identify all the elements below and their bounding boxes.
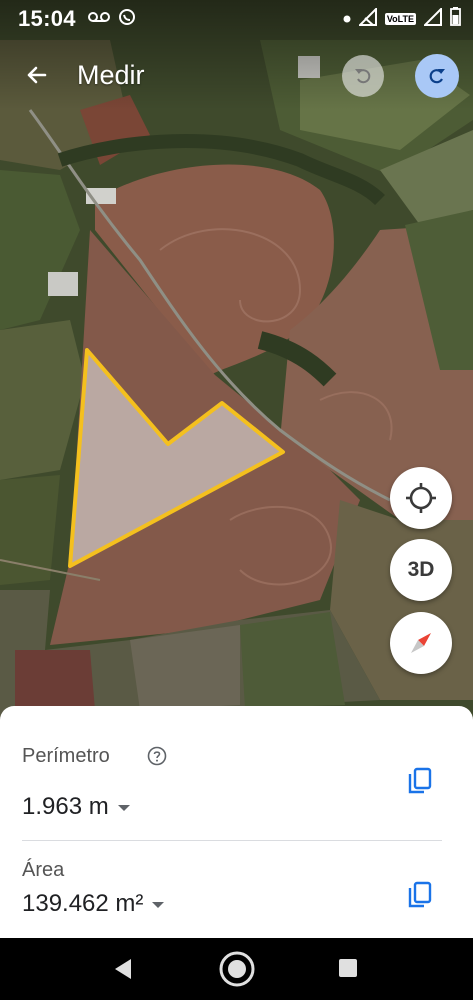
divider bbox=[22, 840, 442, 841]
whatsapp-icon bbox=[118, 8, 136, 31]
redo-button[interactable] bbox=[415, 54, 459, 98]
compass-icon bbox=[411, 633, 431, 653]
nav-back-icon[interactable] bbox=[111, 957, 135, 981]
redo-icon bbox=[429, 69, 445, 84]
area-value: 139.462 m² bbox=[22, 890, 144, 917]
undo-icon bbox=[355, 69, 371, 84]
perimeter-label: Perímetro bbox=[22, 745, 110, 767]
app-bar: Medir bbox=[0, 46, 473, 104]
copy-icon bbox=[408, 881, 432, 908]
signal-icon bbox=[357, 6, 377, 31]
copy-perimeter-button[interactable] bbox=[405, 766, 435, 796]
arrow-back-icon bbox=[27, 66, 47, 84]
my-location-button[interactable] bbox=[390, 467, 452, 529]
help-circle-icon[interactable] bbox=[147, 746, 167, 766]
undo-button[interactable] bbox=[342, 55, 384, 97]
measurement-sheet: Perímetro 1.963 m Área 139.462 m² bbox=[0, 706, 473, 938]
status-time: 15:04 bbox=[18, 6, 76, 31]
perimeter-dropdown[interactable]: 1.963 m bbox=[22, 793, 130, 821]
voicemail-icon bbox=[87, 10, 110, 28]
copy-area-button[interactable] bbox=[405, 880, 435, 910]
view-3d-button[interactable]: 3D bbox=[390, 539, 452, 601]
back-button[interactable] bbox=[17, 55, 57, 95]
my-location-icon bbox=[406, 483, 436, 513]
volte-badge: VoLTE bbox=[384, 13, 416, 25]
compass-button[interactable] bbox=[390, 612, 452, 674]
nav-recents-icon[interactable] bbox=[339, 959, 357, 977]
satellite-map[interactable] bbox=[0, 0, 473, 720]
signal-icon bbox=[422, 6, 442, 31]
area-dropdown[interactable]: 139.462 m² bbox=[22, 890, 165, 918]
perimeter-value: 1.963 m bbox=[22, 793, 109, 820]
notification-dot-icon bbox=[343, 10, 351, 28]
page-title: Medir bbox=[77, 59, 145, 90]
nav-home-icon[interactable] bbox=[218, 950, 256, 988]
battery-icon bbox=[450, 7, 461, 31]
copy-icon bbox=[408, 767, 432, 794]
dropdown-arrow-icon bbox=[117, 805, 130, 811]
status-bar: 15:04 VoLTE bbox=[0, 0, 473, 38]
dropdown-arrow-icon bbox=[152, 902, 165, 908]
system-nav-bar bbox=[0, 938, 473, 1000]
area-label: Área bbox=[22, 859, 65, 881]
